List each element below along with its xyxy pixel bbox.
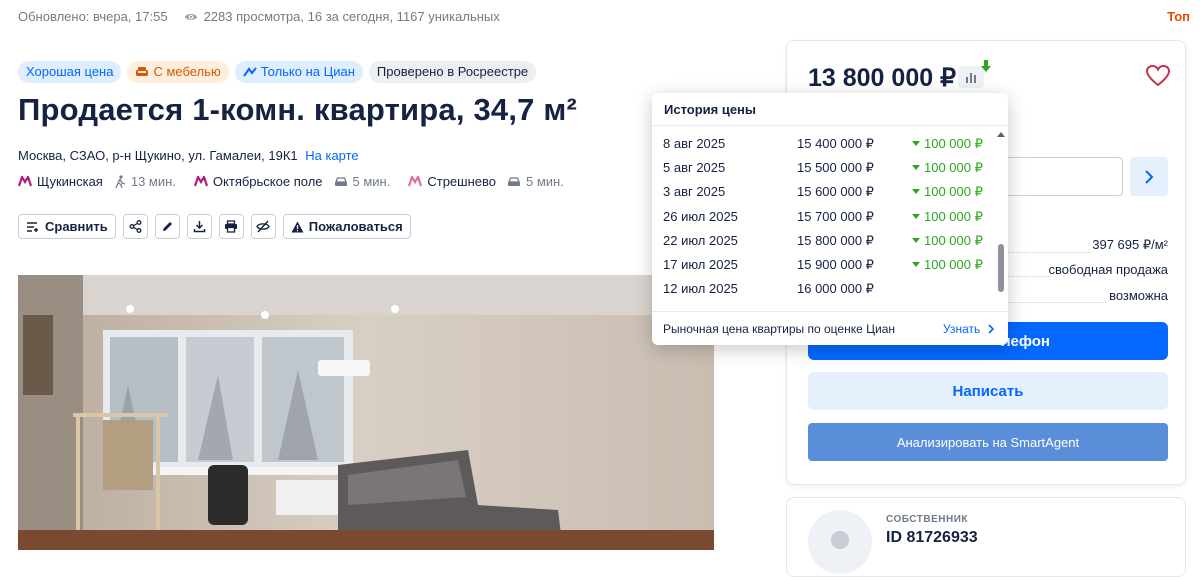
car-icon [508, 176, 520, 186]
tag-good-price: Хорошая цена [18, 61, 122, 83]
printer-icon [225, 220, 238, 233]
popup-title: История цены [664, 102, 757, 117]
dotted-line [1006, 252, 1091, 253]
top-link[interactable]: Топ [1167, 9, 1190, 24]
share-icon [129, 220, 142, 233]
down-triangle-icon [912, 141, 920, 146]
actions-toolbar: Сравнить Пожаловаться [18, 214, 411, 239]
history-row: 26 июл 2025 15 700 000 ₽ 100 000 ₽ [663, 208, 983, 224]
price-history-popup: История цены 8 авг 2025 15 400 000 ₽ 100… [652, 93, 1008, 345]
tag-rosreestr: Проверено в Росреестре [368, 61, 537, 83]
favorite-heart-icon[interactable] [1145, 64, 1171, 88]
divider [652, 125, 1008, 126]
user-icon [831, 531, 849, 549]
scroll-up-arrow-icon[interactable] [996, 130, 1006, 138]
room-image [18, 275, 714, 550]
history-row: 22 июл 2025 15 800 000 ₽ 100 000 ₽ [663, 232, 983, 248]
metro-list: Щукинская 13 мин. Октябрьское поле 5 мин… [18, 174, 582, 189]
down-triangle-icon [912, 237, 920, 243]
history-row: 8 авг 2025 15 400 000 ₽ 100 000 ₽ [663, 136, 983, 151]
complain-button[interactable]: Пожаловаться [282, 214, 411, 239]
learn-more-link[interactable]: Узнать [943, 322, 995, 336]
edit-button[interactable] [154, 214, 180, 239]
eye-off-icon [256, 220, 271, 233]
price: 13 800 000 ₽ [808, 64, 956, 92]
apartment-photo[interactable] [18, 275, 714, 550]
print-button[interactable] [218, 214, 244, 239]
mortgage-input[interactable] [1006, 157, 1123, 196]
owner-label: СОБСТВЕННИК [886, 514, 969, 525]
address-text: Москва, СЗАО, р-н Щукино, ул. Гамалеи, 1… [18, 148, 298, 163]
down-triangle-icon [912, 213, 920, 219]
walk-icon [115, 174, 126, 188]
price-down-arrow-icon [981, 60, 991, 72]
dotted-line [1006, 276, 1051, 277]
share-button[interactable] [122, 214, 148, 239]
history-row: 3 авг 2025 15 600 000 ₽ 100 000 ₽ [663, 184, 983, 200]
updated-text: Обновлено: вчера, 17:55 [18, 9, 168, 24]
cian-logo-icon [242, 67, 257, 77]
market-price-text: Рыночная цена квартиры по оценке Циан [663, 322, 895, 336]
metro-station[interactable]: Стрешнево 5 мин. [408, 174, 564, 189]
price-per-m2: 397 695 ₽/м² [1092, 237, 1168, 252]
down-triangle-icon [912, 261, 920, 267]
topbar: Обновлено: вчера, 17:55 2283 просмотра, … [18, 9, 500, 24]
write-button[interactable]: Написать [808, 372, 1168, 410]
next-arrow-button[interactable] [1130, 157, 1168, 196]
sale-type: свободная продажа [1048, 262, 1168, 277]
metro-icon [408, 176, 423, 187]
hide-button[interactable] [250, 214, 276, 239]
price-history-list: 8 авг 2025 15 400 000 ₽ 100 000 ₽ 5 авг … [652, 133, 992, 302]
scrollbar-thumb[interactable] [998, 244, 1004, 292]
pencil-icon [162, 222, 172, 231]
address: Москва, СЗАО, р-н Щукино, ул. Гамалеи, 1… [18, 148, 359, 163]
metro-station[interactable]: Октябрьское поле 5 мин. [193, 174, 390, 189]
compare-icon [27, 221, 38, 232]
history-row: 5 авг 2025 15 500 000 ₽ 100 000 ₽ [663, 160, 983, 176]
divider [652, 311, 1008, 312]
dotted-line [1006, 302, 1106, 303]
metro-icon [193, 176, 208, 187]
tag-only-cian: Только на Циан [234, 61, 363, 83]
history-row: 12 июл 2025 16 000 000 ₽ [663, 281, 874, 297]
history-row: 17 июл 2025 15 900 000 ₽ 100 000 ₽ [663, 256, 983, 272]
mortgage-status: возможна [1109, 288, 1168, 303]
tag-furniture: С мебелью [127, 61, 229, 83]
tags-row: Хорошая цена С мебелью Только на Циан Пр… [18, 61, 537, 83]
owner-avatar [808, 510, 872, 574]
warning-icon [291, 221, 304, 232]
download-icon [193, 221, 206, 233]
chevron-right-icon [988, 324, 995, 334]
owner-id: ID 81726933 [886, 529, 978, 546]
compare-button[interactable]: Сравнить [18, 214, 116, 239]
chevron-right-icon [1145, 169, 1154, 184]
smartagent-button[interactable]: Анализировать на SmartAgent [808, 423, 1168, 461]
car-icon [334, 176, 347, 186]
download-button[interactable] [186, 214, 212, 239]
map-link[interactable]: На карте [305, 148, 358, 163]
down-triangle-icon [912, 165, 920, 171]
down-triangle-icon [912, 189, 920, 195]
eye-icon [184, 13, 197, 20]
page-title: Продается 1-комн. квартира, 34,7 м² [18, 92, 578, 127]
metro-station[interactable]: Щукинская 13 мин. [18, 174, 176, 189]
metro-icon [18, 176, 32, 187]
views-text: 2283 просмотра, 16 за сегодня, 1167 уник… [203, 9, 500, 24]
sofa-icon [136, 67, 149, 76]
